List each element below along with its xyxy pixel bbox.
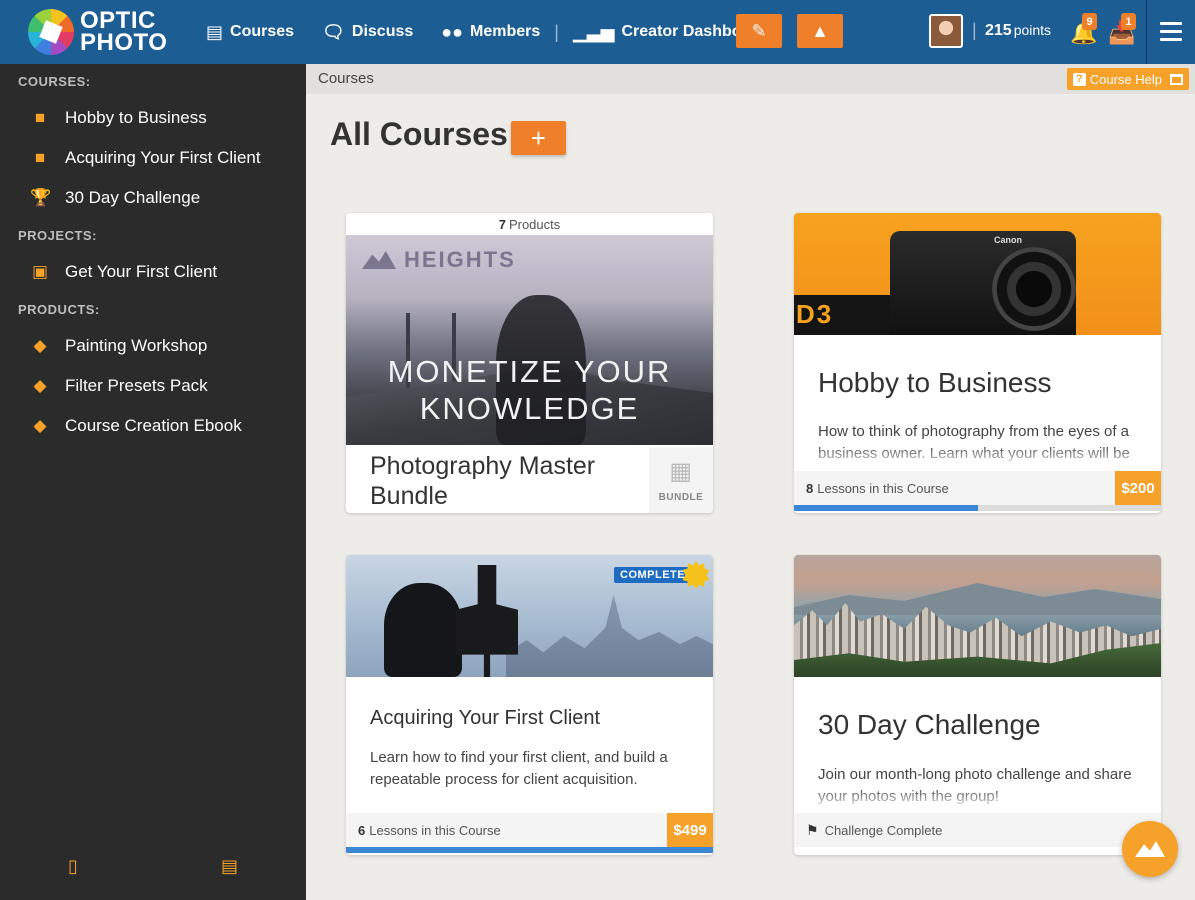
sidebar-footer: ▯ ▤	[0, 830, 306, 900]
star-badge-icon	[682, 561, 710, 589]
progress-bar	[346, 847, 713, 853]
pencil-icon: ✎	[751, 20, 767, 41]
sidebar-heading-projects: PROJECTS:	[18, 227, 97, 243]
page-title: All Courses	[330, 116, 508, 152]
nav-courses[interactable]: ▤ Courses	[206, 22, 294, 43]
price-tag: $499	[667, 813, 713, 847]
card-footer: 8 Lessons in this Course $200	[794, 471, 1161, 505]
progress-fill	[346, 847, 713, 853]
sidebar-item-30-day-challenge[interactable]: 🏆 30 Day Challenge	[0, 178, 306, 218]
sitemap-icon: ▲	[811, 20, 829, 41]
trophy-icon: 🏆	[30, 188, 52, 207]
course-help-button[interactable]: ? Course Help	[1066, 68, 1189, 90]
course-card-acquiring-your-first-client[interactable]: COMPLETE Acquiring Your First Client Lea…	[346, 555, 713, 855]
progress-fill	[794, 505, 978, 511]
card-description: Learn how to find your first client, and…	[370, 749, 668, 788]
bookmark-icon[interactable]: ▯	[68, 856, 78, 877]
box-icon: ◆	[33, 336, 47, 355]
points-label: points	[1013, 22, 1052, 38]
window-icon	[1170, 73, 1183, 85]
camera-cover-image: D3 Canon	[794, 213, 1161, 335]
structure-button[interactable]: ▲	[797, 14, 843, 48]
card-title: Hobby to Business	[818, 367, 1052, 398]
heights-brand: HEIGHTS	[362, 247, 516, 273]
breadcrumb[interactable]: Courses	[318, 70, 374, 87]
sidebar-item-filter-presets-pack[interactable]: ◆ Filter Presets Pack	[0, 366, 306, 406]
sidebar-heading-courses: COURSES:	[18, 73, 91, 89]
avatar[interactable]	[929, 14, 963, 48]
card-title: Acquiring Your First Client	[370, 707, 601, 729]
nav-discuss[interactable]: 🗨 Discuss	[322, 22, 413, 43]
question-icon: ?	[1072, 72, 1086, 86]
cover-headline: MONETIZE YOUR KNOWLEDGE	[387, 354, 672, 426]
sidebar-item-course-creation-ebook[interactable]: ◆ Course Creation Ebook	[0, 406, 306, 446]
main-nav: ▤ Courses 🗨 Discuss ●● Members | ▁▃▅ Cre…	[206, 22, 794, 43]
chat-bubbles-icon: 🗨	[322, 21, 345, 42]
mountain-icon	[362, 251, 396, 269]
box-icon: ◆	[33, 376, 47, 395]
aperture-logo-icon	[28, 9, 74, 55]
lessons-count: 6	[358, 822, 366, 838]
photographer-cover-image: COMPLETE	[346, 555, 713, 677]
progress-bar	[794, 505, 1161, 511]
challenge-status: Challenge Complete	[824, 822, 943, 838]
points-display[interactable]: 215 points	[985, 22, 1051, 40]
edit-button[interactable]: ✎	[736, 14, 782, 48]
camera-brand: Canon	[994, 235, 1022, 245]
bundle-cover-image: HEIGHTS MONETIZE YOUR KNOWLEDGE	[346, 235, 713, 445]
logo-text-line2: PHOTO	[80, 29, 168, 56]
inbox-badge: 1	[1121, 13, 1136, 30]
folder-icon: ■	[34, 108, 46, 127]
card-footer: 6 Lessons in this Course $499	[346, 813, 713, 847]
card-title: Photography Master Bundle	[370, 452, 596, 510]
mountain-icon	[1135, 841, 1165, 857]
breadcrumb-bar: Courses ? Course Help	[306, 64, 1195, 94]
sidebar-item-get-your-first-client[interactable]: ▣ Get Your First Client	[0, 252, 306, 292]
folder-icon: ■	[34, 148, 46, 167]
notifications-badge: 9	[1082, 13, 1097, 30]
sidebar-heading-products: PRODUCTS:	[18, 301, 100, 317]
menu-divider	[1146, 0, 1147, 64]
card-footer: ⚑ Challenge Complete	[794, 813, 1161, 847]
top-separator: |	[972, 20, 977, 40]
people-icon: ●●	[441, 21, 464, 42]
city-cover-image	[794, 555, 1161, 677]
heights-assistant-button[interactable]	[1122, 821, 1178, 877]
course-card-hobby-to-business[interactable]: D3 Canon Hobby to Business How to think …	[794, 213, 1161, 513]
logo[interactable]: OPTIC PHOTO	[28, 0, 198, 64]
price-tag: $200	[1115, 471, 1161, 505]
cubes-icon: ▦	[669, 458, 693, 485]
course-card-30-day-challenge[interactable]: 30 Day Challenge Join our month-long pho…	[794, 555, 1161, 855]
top-bar: OPTIC PHOTO ▤ Courses 🗨 Discuss ●● Membe…	[0, 0, 1195, 64]
course-card-photography-master-bundle[interactable]: 7 Products HEIGHTS MONETIZE YOUR KNOWLEDG…	[346, 213, 713, 513]
bar-chart-icon: ▁▃▅	[572, 21, 615, 42]
sidebar-item-acquiring-your-first-client[interactable]: ■ Acquiring Your First Client	[0, 138, 306, 178]
nav-separator: |	[554, 21, 559, 42]
sidebar-item-hobby-to-business[interactable]: ■ Hobby to Business	[0, 98, 306, 138]
document-icon[interactable]: ▤	[221, 856, 238, 877]
products-count: 7 Products	[498, 216, 561, 232]
hamburger-menu-icon[interactable]	[1160, 22, 1182, 46]
card-title: 30 Day Challenge	[818, 709, 1041, 740]
add-course-button[interactable]: +	[511, 121, 566, 155]
sidebar-item-painting-workshop[interactable]: ◆ Painting Workshop	[0, 326, 306, 366]
sidebar: COURSES: ■ Hobby to Business ■ Acquiring…	[0, 64, 306, 900]
points-value: 215	[985, 22, 1012, 39]
checkered-flag-icon: ⚑	[806, 821, 819, 838]
book-icon: ▤	[206, 21, 224, 42]
nav-members[interactable]: ●● Members	[441, 22, 540, 43]
bundle-tag: ▦ BUNDLE	[649, 447, 713, 513]
briefcase-icon: ▣	[31, 262, 49, 281]
lessons-count: 8	[806, 480, 814, 496]
box-icon: ◆	[33, 416, 47, 435]
strap-text: D3	[796, 299, 834, 329]
complete-badge: COMPLETE	[614, 567, 692, 583]
